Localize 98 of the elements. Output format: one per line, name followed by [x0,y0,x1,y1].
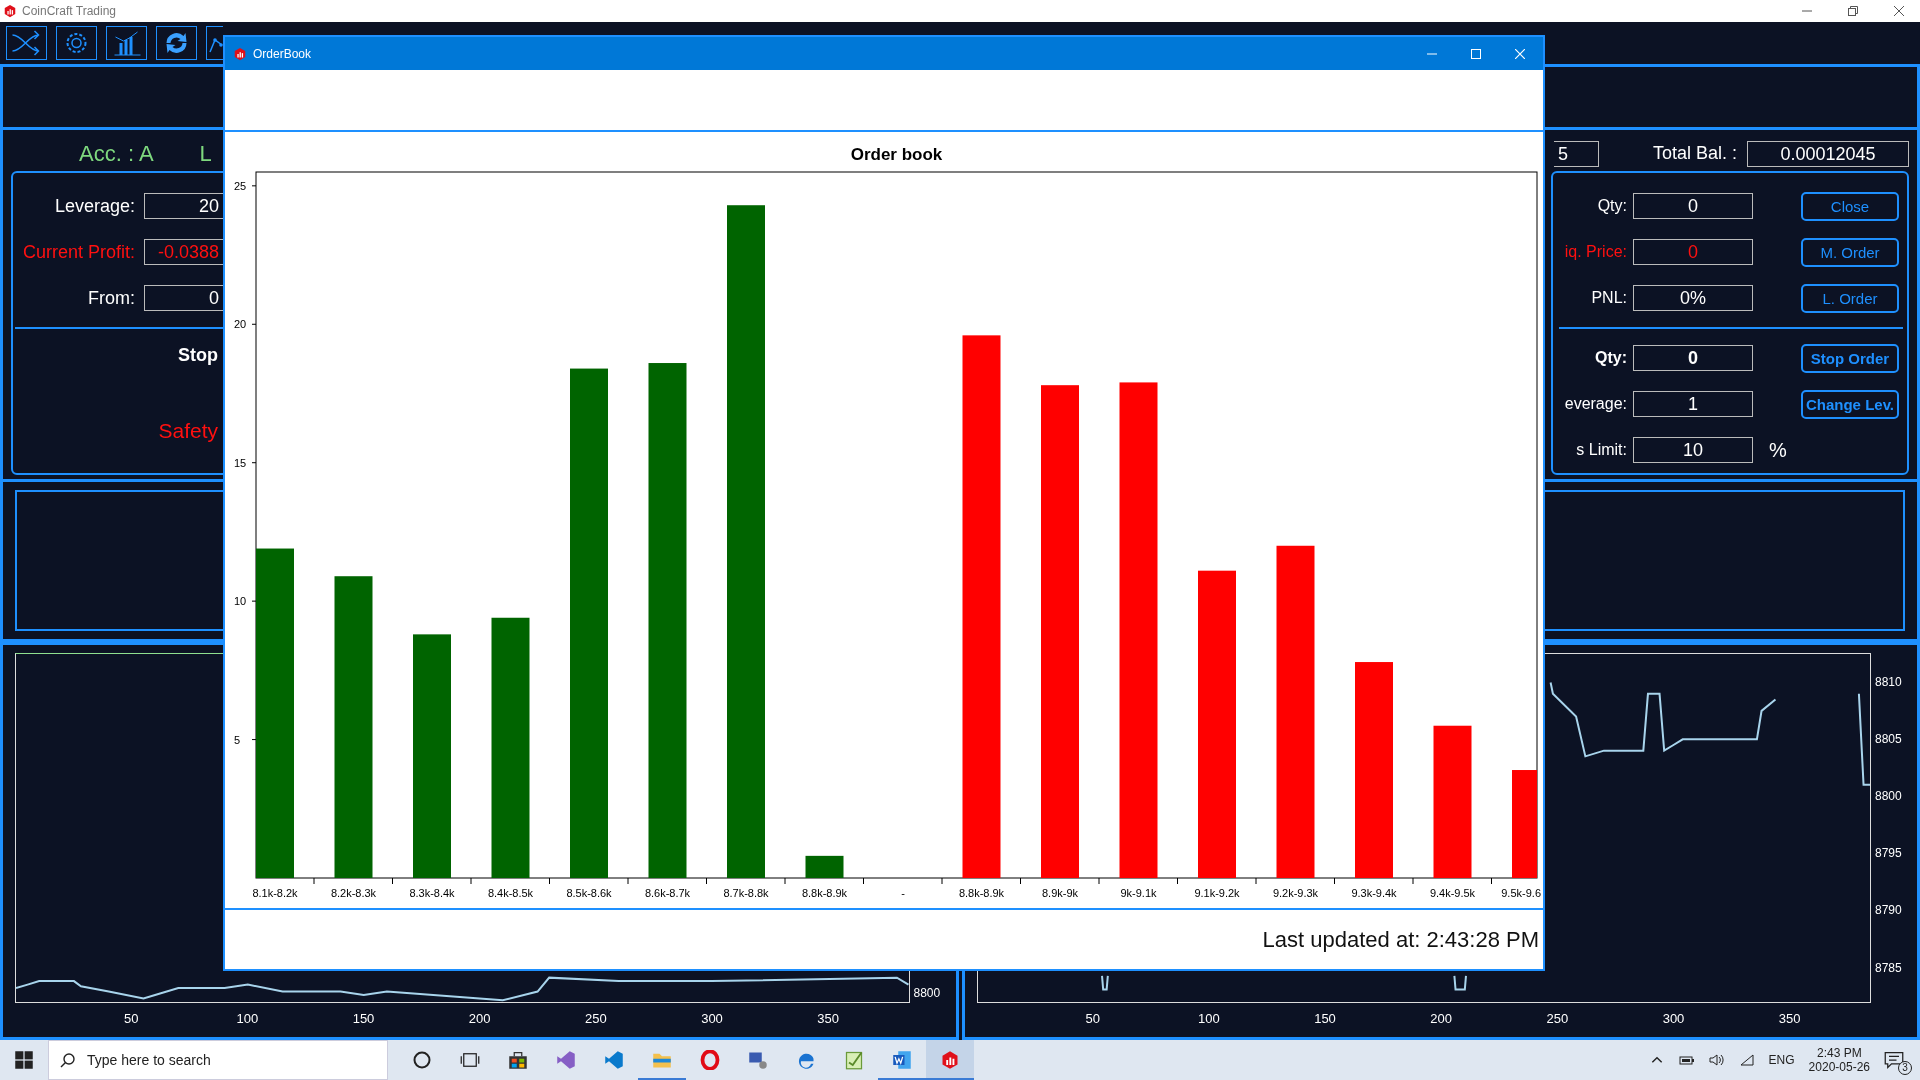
action-button[interactable]: L. Order [1801,283,1899,313]
axis-label: 9.5k-9.6 [1501,887,1541,899]
axis-label: 50 [123,1011,139,1026]
axis-label: 9.1k-9.2k [1194,887,1240,899]
value-field[interactable]: 0% [1633,285,1753,311]
value-field[interactable]: 10 [1633,437,1753,463]
axis-label: 9.2k-9.3k [1272,887,1319,899]
axis-label: 100 [1198,1011,1220,1026]
clock[interactable]: 2:43 PM 2020-05-26 [1808,1046,1870,1074]
field-label: everage: [1563,395,1627,413]
axis-label: 8.1k-8.2k [252,887,298,899]
axis-label: 8.4k-8.5k [487,887,534,899]
wifi-icon[interactable] [1738,1053,1755,1067]
axis-label: 8785 [1875,960,1902,975]
price-line [1452,974,1467,991]
axis-label: 9.4k-9.5k [1429,887,1476,899]
action-button[interactable]: Change Lev. [1801,389,1899,419]
axis-label: 200 [468,1011,491,1026]
total-balance-field: 0.00012045 [1747,140,1909,167]
settings-button[interactable] [56,26,97,60]
restore-icon[interactable] [1848,6,1858,16]
axis-label: 5 [234,733,241,746]
maximize-icon[interactable] [1471,48,1481,59]
field-label: Qty: [1596,197,1627,215]
field-label: s Limit: [1575,441,1627,459]
clock-time: 2:43 PM [1816,1046,1862,1060]
axis-label: 10 [234,595,247,608]
account-label: Acc. : A [79,140,154,167]
axis-label: 300 [1662,1011,1685,1026]
value-field[interactable]: 1 [1633,391,1753,417]
field-label: Current Profit: [21,241,135,263]
clock-date: 2020-05-26 [1808,1060,1870,1074]
axis-label: 8.5k-8.6k [566,887,612,899]
axis-label: 150 [352,1011,375,1026]
axis-label: 8.2k-8.3k [330,887,377,899]
axis-label: 300 [701,1011,723,1026]
app-logo-icon [3,4,17,18]
close-icon[interactable] [1894,6,1904,16]
action-button[interactable]: Stop Order [1801,343,1899,373]
value-field[interactable]: 0 [1633,239,1753,265]
window-title: CoinCraft Trading [22,4,117,18]
notification-count: 3 [1898,1061,1912,1075]
axis-label: 8.8k-8.9k [801,887,848,899]
axis-label: 8.3k-8.4k [409,887,455,899]
shuffle-button[interactable] [6,26,47,60]
notification-icon[interactable] [1884,1050,1904,1070]
axis-label: 8800 [913,985,941,1000]
warning-label: Safety [158,419,218,442]
chart-title: Order book [850,145,943,164]
unit-label: % [1769,438,1787,462]
field-label: From: [87,287,135,309]
volume-icon[interactable] [1708,1053,1725,1067]
field-label: iq. Price: [1563,243,1627,261]
status-text: Last updated at: 2:43:28 PM [1262,926,1539,953]
value-field[interactable]: 0 [1633,193,1753,219]
axis-label: 8.6k-8.7k [644,887,691,899]
axis-label: 8805 [1875,731,1902,746]
axis-label: 350 [817,1011,839,1026]
axis-label: 20 [234,318,247,331]
axis-label: 8800 [1875,788,1902,803]
bar-chart-button[interactable] [106,26,147,60]
axis-label: 8810 [1875,674,1902,689]
axis-label: 8.7k-8.8k [723,887,769,899]
axis-label: - [901,887,905,899]
value-field[interactable]: 0 [1633,345,1753,371]
axis-label: 50 [1085,1011,1100,1026]
app-logo-icon[interactable] [926,1040,974,1080]
axis-label: 15 [234,456,247,469]
axis-label: 100 [236,1011,259,1026]
bar [805,855,844,878]
language-indicator[interactable]: ENG [1768,1053,1795,1067]
total-balance-label: Total Bal. : [1652,143,1737,164]
window-title: OrderBook [253,46,312,61]
axis-label: 8795 [1875,846,1902,861]
field-label: Qty: [1594,349,1627,367]
battery-icon[interactable] [1678,1053,1695,1067]
price-line [1100,974,1109,991]
axis-label: 250 [585,1011,607,1026]
axis-label: 9.3k-9.4k [1351,887,1397,899]
balance-field: 5 [1553,140,1599,167]
axis-label: 9k-9.1k [1120,887,1157,899]
axis-label: 8.9k-9k [1041,887,1079,899]
action-button[interactable]: Close [1801,191,1899,221]
axis-label: 25 [234,179,247,192]
axis-label: 8.8k-8.9k [958,887,1005,899]
section-title: Stop [178,345,218,365]
account-label: L [199,140,212,167]
axis-label: 250 [1546,1011,1569,1026]
field-label: PNL: [1590,289,1627,307]
axis-label: 200 [1430,1011,1452,1026]
field-label: Leverage: [53,195,135,217]
axis-label: 150 [1314,1011,1336,1026]
axis-label: 350 [1778,1011,1801,1026]
action-button[interactable]: M. Order [1801,237,1899,267]
search-field[interactable]: Type here to search [48,1040,388,1080]
sync-button[interactable] [156,26,197,60]
app-logo-icon [233,46,247,61]
axis-label: 8790 [1875,903,1902,918]
